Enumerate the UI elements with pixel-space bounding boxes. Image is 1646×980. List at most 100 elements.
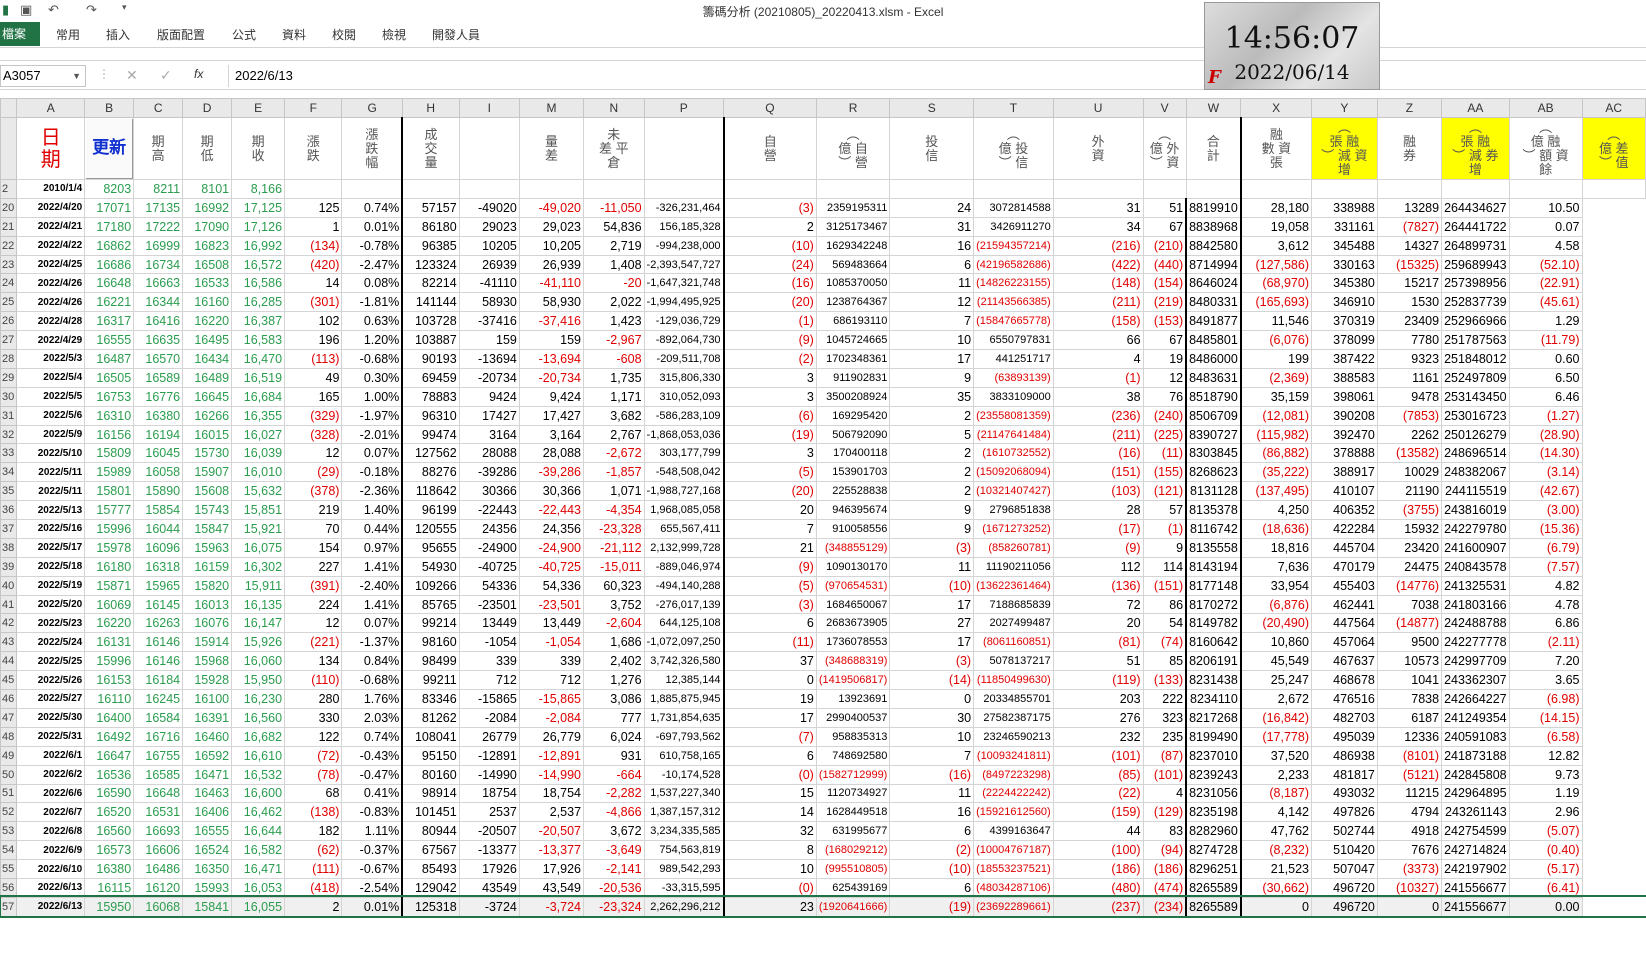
- cell-Q[interactable]: [722, 179, 817, 199]
- row-header[interactable]: 42: [0, 613, 18, 634]
- cell-Z[interactable]: (15325): [1376, 254, 1443, 275]
- cell-AA[interactable]: 241600907: [1441, 537, 1510, 558]
- cell-AB[interactable]: 6.46: [1508, 386, 1583, 407]
- cell-C[interactable]: 16045: [133, 443, 184, 464]
- cell-S[interactable]: 35: [889, 386, 975, 407]
- cell-Y[interactable]: 457064: [1310, 632, 1378, 653]
- cell-D[interactable]: 16159: [182, 556, 233, 577]
- cell-Z[interactable]: 11215: [1376, 783, 1443, 804]
- column-header-E[interactable]: E: [231, 98, 286, 118]
- cell-Y[interactable]: 502744: [1310, 821, 1378, 842]
- row-header[interactable]: 24: [0, 273, 18, 294]
- cell-Y[interactable]: 388917: [1310, 462, 1378, 483]
- cell-AB[interactable]: 4.58: [1508, 235, 1583, 256]
- cell-X[interactable]: 19,058: [1239, 216, 1312, 237]
- cell-D[interactable]: 16823: [182, 235, 233, 256]
- cell-T[interactable]: 3072814588: [973, 197, 1054, 218]
- cell-T[interactable]: (11850499630): [973, 670, 1054, 691]
- cell-AB[interactable]: (3.00): [1508, 500, 1583, 521]
- cell-E[interactable]: 16,147: [231, 613, 286, 634]
- cell-V[interactable]: (151): [1142, 575, 1188, 596]
- row-header[interactable]: 56: [0, 877, 18, 898]
- cell-G[interactable]: 0.08%: [341, 273, 403, 294]
- cell-R[interactable]: 1045724665: [815, 330, 891, 351]
- cell-B[interactable]: 16317: [84, 311, 135, 332]
- cell-A[interactable]: 2022/6/13: [16, 877, 86, 898]
- cell-S[interactable]: 6: [889, 877, 975, 898]
- cell-I[interactable]: 24356: [458, 519, 520, 539]
- cell-S[interactable]: 9: [889, 519, 975, 539]
- cell-F[interactable]: (328): [284, 424, 343, 445]
- cell-P[interactable]: 989,542,293: [643, 859, 725, 879]
- cell-H[interactable]: 90193: [401, 349, 460, 369]
- cell-V[interactable]: 67: [1142, 330, 1188, 351]
- cell-Z[interactable]: (14776): [1376, 575, 1443, 596]
- cell-P[interactable]: 315,806,330: [643, 367, 725, 388]
- cell-F[interactable]: (329): [284, 405, 343, 426]
- cell-R[interactable]: 1090130170: [815, 556, 891, 577]
- cell-AB[interactable]: (5.07): [1508, 821, 1583, 842]
- cell-W[interactable]: 8131128: [1185, 481, 1242, 502]
- cell-AB[interactable]: (52.10): [1508, 254, 1583, 275]
- cell-R[interactable]: 569483664: [815, 254, 891, 275]
- cell-W[interactable]: 8390727: [1185, 424, 1242, 445]
- cell-A[interactable]: 2022/5/17: [16, 537, 86, 558]
- cell-U[interactable]: 66: [1052, 330, 1144, 351]
- cell-F[interactable]: 122: [284, 726, 343, 747]
- cell-Q[interactable]: 0: [722, 670, 817, 691]
- cell-Y[interactable]: 388583: [1310, 367, 1378, 388]
- cell-C[interactable]: 16416: [133, 311, 184, 332]
- cell-Y[interactable]: 467637: [1310, 651, 1378, 672]
- cell-X[interactable]: (6,076): [1239, 330, 1312, 351]
- cell-R[interactable]: (995510805): [815, 859, 891, 879]
- row-header[interactable]: 30: [0, 386, 18, 407]
- cell-C[interactable]: 16184: [133, 670, 184, 691]
- cell-D[interactable]: 16592: [182, 745, 233, 766]
- cell-G[interactable]: 1.11%: [341, 821, 403, 842]
- cell-T[interactable]: (10093241811): [973, 745, 1054, 766]
- cell-X[interactable]: 2,672: [1239, 689, 1312, 709]
- cell-P[interactable]: 1,387,157,312: [643, 802, 725, 823]
- cell-N[interactable]: 54,836: [583, 216, 645, 237]
- cell-I[interactable]: 159: [458, 330, 520, 351]
- cell-V[interactable]: (240): [1142, 405, 1188, 426]
- column-header-P[interactable]: P: [643, 98, 725, 118]
- row-header[interactable]: 39: [0, 556, 18, 577]
- cell-T[interactable]: (63893139): [973, 367, 1054, 388]
- cell-AA[interactable]: 242488788: [1441, 613, 1510, 634]
- cell-V[interactable]: (234): [1142, 896, 1188, 917]
- cell-I[interactable]: 54336: [458, 575, 520, 596]
- cell-I[interactable]: 13449: [458, 613, 520, 634]
- row-header[interactable]: 49: [0, 745, 18, 766]
- cell-AB[interactable]: 12.82: [1508, 745, 1583, 766]
- cell-D[interactable]: 16555: [182, 821, 233, 842]
- cell-U[interactable]: (158): [1052, 311, 1144, 332]
- cell-E[interactable]: 16,572: [231, 254, 286, 275]
- cell-G[interactable]: 1.40%: [341, 500, 403, 521]
- cell-F[interactable]: 12: [284, 443, 343, 464]
- cell-P[interactable]: 3,234,335,585: [643, 821, 725, 842]
- cell-H[interactable]: 88276: [401, 462, 460, 483]
- cell-U[interactable]: 72: [1052, 594, 1144, 615]
- row-header[interactable]: 44: [0, 651, 18, 672]
- cell-E[interactable]: 16,560: [231, 707, 286, 728]
- cell-V[interactable]: (101): [1142, 764, 1188, 785]
- cell-E[interactable]: 16,471: [231, 859, 286, 879]
- cell-AA[interactable]: 244115519: [1441, 481, 1510, 502]
- cell-G[interactable]: -2.01%: [341, 424, 403, 445]
- cell-A[interactable]: 2022/4/26: [16, 292, 86, 313]
- column-header-X[interactable]: X: [1240, 98, 1312, 118]
- cell-P[interactable]: 1,731,854,635: [643, 707, 725, 728]
- tab-view[interactable]: 檢視: [382, 26, 406, 43]
- cell-G[interactable]: 0.01%: [341, 216, 403, 237]
- cell-M[interactable]: -15,865: [518, 689, 585, 709]
- column-header-A[interactable]: A: [16, 98, 86, 118]
- cell-U[interactable]: (237): [1052, 896, 1144, 917]
- cell-P[interactable]: [643, 179, 725, 199]
- cell-Z[interactable]: [1376, 179, 1443, 199]
- cell-N[interactable]: -3,649: [583, 840, 645, 861]
- cell-U[interactable]: (148): [1052, 273, 1144, 294]
- cell-Y[interactable]: 390208: [1310, 405, 1378, 426]
- column-header-F[interactable]: F: [284, 98, 343, 118]
- cell-U[interactable]: (100): [1052, 840, 1144, 861]
